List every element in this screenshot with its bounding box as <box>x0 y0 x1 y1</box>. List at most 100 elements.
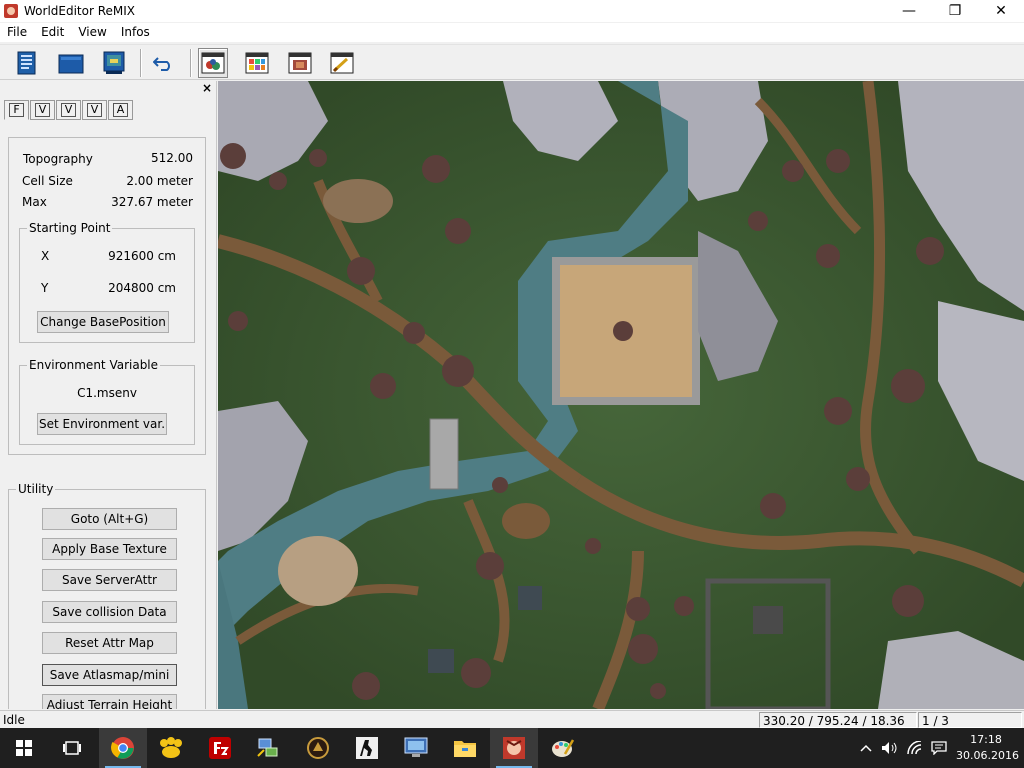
utility-group: Utility Goto (Alt+G) Apply Base Texture … <box>8 482 206 709</box>
filezilla-icon <box>209 737 231 759</box>
y-value: 204800 cm <box>108 281 176 295</box>
taskbar-worldeditor[interactable] <box>490 728 538 768</box>
goto-button[interactable]: Goto (Alt+G) <box>42 508 177 530</box>
tray-show-hidden-button[interactable] <box>855 728 877 768</box>
menu-bar: File Edit View Infos <box>0 23 1024 42</box>
panel-close-button[interactable]: × <box>202 81 212 95</box>
topography-value: 512.00 <box>151 151 193 165</box>
maximize-button[interactable]: ❐ <box>932 0 978 22</box>
save-collision-data-button[interactable]: Save collision Data <box>42 601 177 623</box>
menu-infos[interactable]: Infos <box>114 23 157 42</box>
toolbar-separator <box>140 49 142 77</box>
reset-attr-map-button[interactable]: Reset Attr Map <box>42 632 177 654</box>
window-controls: — ❐ ✕ <box>886 0 1024 22</box>
apply-base-texture-button[interactable]: Apply Base Texture <box>42 538 177 560</box>
paint-icon <box>552 739 575 757</box>
open-button[interactable] <box>56 48 86 78</box>
tray-network-button[interactable] <box>904 728 926 768</box>
max-value: 327.67 meter <box>111 195 193 209</box>
new-document-icon <box>17 51 36 75</box>
map-info-group: Topography 512.00 Cell Size 2.00 meter M… <box>8 137 206 455</box>
tray-volume-button[interactable] <box>879 728 901 768</box>
taskbar-filezilla[interactable] <box>196 728 244 768</box>
brush-window-icon <box>330 52 354 74</box>
status-page: 1 / 3 <box>918 712 1022 728</box>
status-bar: Idle 330.20 / 795.24 / 18.36 1 / 3 <box>0 710 1024 728</box>
brush-window-button[interactable] <box>327 48 357 78</box>
taskbar: 17:18 30.06.2016 <box>0 728 1024 768</box>
taskbar-remote-desktop[interactable] <box>392 728 440 768</box>
metin-launcher-icon <box>307 737 329 759</box>
taskbar-chrome[interactable] <box>99 728 147 768</box>
start-icon <box>16 740 32 756</box>
cellsize-label: Cell Size <box>22 174 73 188</box>
clock-time: 17:18 <box>970 733 1002 746</box>
taskbar-file-explorer[interactable] <box>441 728 489 768</box>
menu-view[interactable]: View <box>71 23 113 42</box>
starting-point-group: Starting Point X 921600 cm Y 204800 cm C… <box>19 221 195 343</box>
change-baseposition-button[interactable]: Change BasePosition <box>37 311 169 333</box>
starting-point-legend: Starting Point <box>27 221 113 235</box>
utility-legend: Utility <box>16 482 56 496</box>
worldeditor-icon <box>503 737 525 759</box>
topography-label: Topography <box>23 152 93 166</box>
tab-f[interactable]: F <box>4 100 29 120</box>
minimize-button[interactable]: — <box>886 0 932 22</box>
open-folder-icon <box>58 54 84 74</box>
taskbar-paint[interactable] <box>539 728 587 768</box>
close-button[interactable]: ✕ <box>978 0 1024 22</box>
app-icon <box>4 4 18 18</box>
volume-icon <box>882 742 897 754</box>
texture-window-button[interactable] <box>285 48 315 78</box>
new-button[interactable] <box>12 48 42 78</box>
task-view-icon <box>63 741 81 755</box>
y-label: Y <box>41 281 49 295</box>
taskbar-paw-app[interactable] <box>147 728 195 768</box>
objects-window-button[interactable] <box>198 48 228 78</box>
set-environment-button[interactable]: Set Environment var. <box>37 413 167 435</box>
palette-window-icon <box>245 52 269 74</box>
menu-file[interactable]: File <box>0 23 34 42</box>
action-center-icon <box>931 741 947 755</box>
remote-desktop-icon <box>404 737 428 757</box>
palette-window-button[interactable] <box>242 48 272 78</box>
taskbar-network-tool[interactable] <box>244 728 292 768</box>
panel-tabs: F V V V A <box>4 100 134 120</box>
objects-window-icon <box>201 52 225 74</box>
taskbar-clock[interactable]: 17:18 30.06.2016 <box>956 732 1019 764</box>
network-tool-icon <box>257 738 278 757</box>
save-button[interactable] <box>99 48 129 78</box>
environment-group: Environment Variable C1.msenv Set Enviro… <box>19 358 195 445</box>
cellsize-value: 2.00 meter <box>126 174 193 188</box>
terrain-render <box>218 81 1024 709</box>
texture-window-icon <box>288 52 312 74</box>
toolbar <box>0 44 1024 80</box>
save-atlasmap-button[interactable]: Save Atlasmap/mini <box>42 664 177 686</box>
tray-notifications-button[interactable] <box>928 728 950 768</box>
start-button[interactable] <box>0 728 48 768</box>
tab-v3[interactable]: V <box>82 100 107 120</box>
chrome-icon <box>111 737 134 759</box>
menu-edit[interactable]: Edit <box>34 23 71 42</box>
undo-button[interactable] <box>149 48 179 78</box>
taskbar-counter-strike[interactable] <box>343 728 391 768</box>
environment-legend: Environment Variable <box>27 358 161 372</box>
toolbar-separator <box>190 49 192 77</box>
adjust-terrain-height-button[interactable]: Adjust Terrain Height <box>42 694 177 709</box>
wifi-icon <box>907 741 922 755</box>
undo-icon <box>153 57 170 71</box>
tab-v1[interactable]: V <box>30 100 55 120</box>
save-serverattr-button[interactable]: Save ServerAttr <box>42 569 177 591</box>
window-title: WorldEditor ReMIX <box>24 4 136 18</box>
tab-a[interactable]: A <box>108 100 133 120</box>
tab-v2[interactable]: V <box>56 100 81 120</box>
title-bar: WorldEditor ReMIX — ❐ ✕ <box>0 0 1024 22</box>
task-view-button[interactable] <box>48 728 96 768</box>
taskbar-game-launcher[interactable] <box>294 728 342 768</box>
status-state: Idle <box>3 713 25 727</box>
counter-strike-icon <box>356 737 378 759</box>
x-value: 921600 cm <box>108 249 176 263</box>
chevron-up-icon <box>860 744 872 752</box>
property-panel: × F V V V A Topography 512.00 Cell Size … <box>0 81 217 709</box>
terrain-viewport[interactable] <box>218 81 1024 709</box>
